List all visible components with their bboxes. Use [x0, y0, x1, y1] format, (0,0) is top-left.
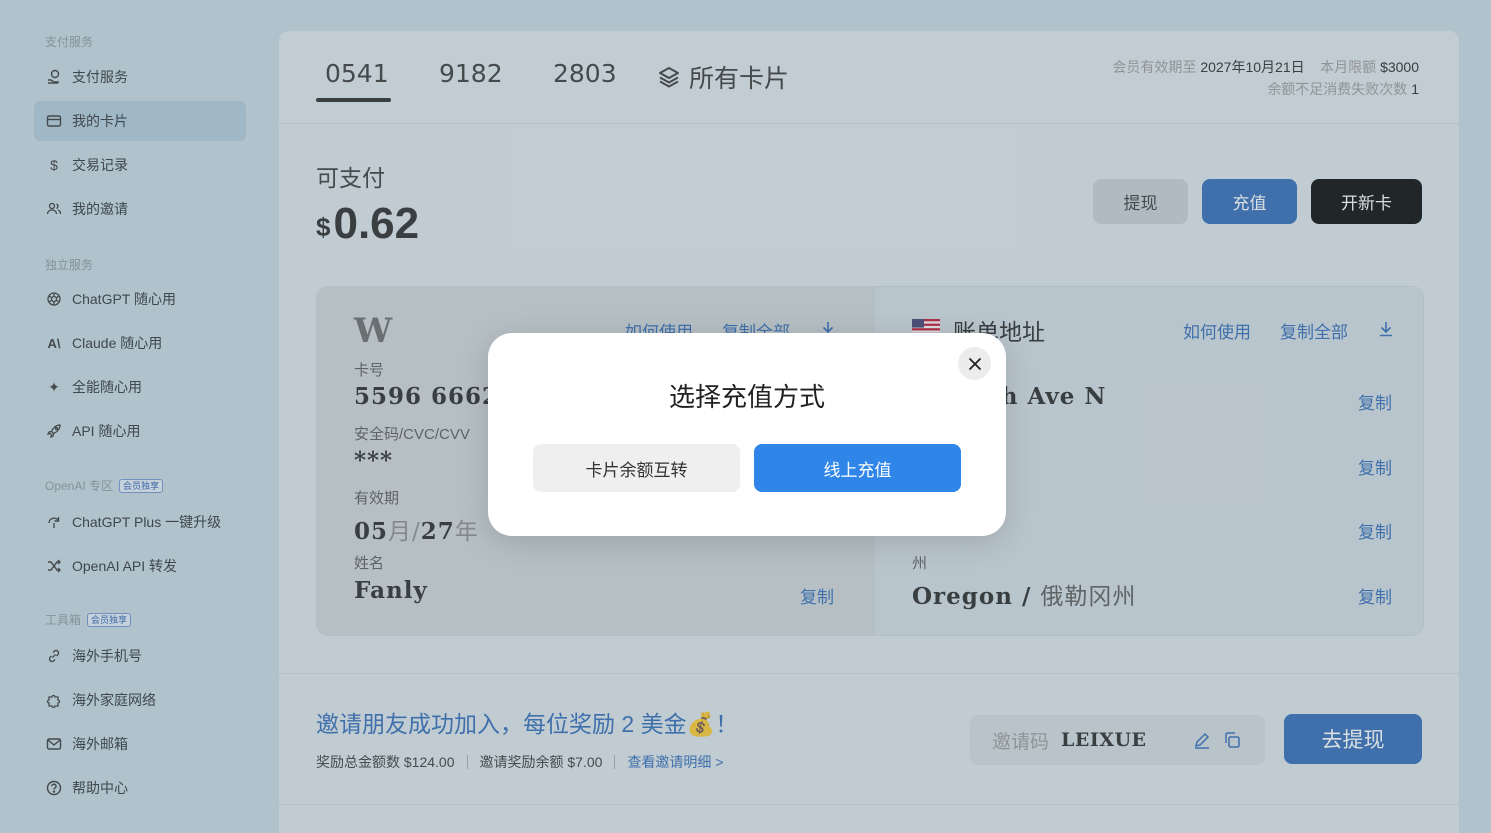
close-button[interactable]: [958, 347, 991, 380]
card-balance-transfer-button[interactable]: 卡片余额互转: [533, 444, 740, 492]
modal-title: 选择充值方式: [668, 382, 825, 412]
recharge-method-modal: 选择充值方式 卡片余额互转 线上充值: [488, 333, 1006, 536]
online-recharge-button[interactable]: 线上充值: [754, 444, 961, 492]
close-icon: [968, 357, 981, 370]
